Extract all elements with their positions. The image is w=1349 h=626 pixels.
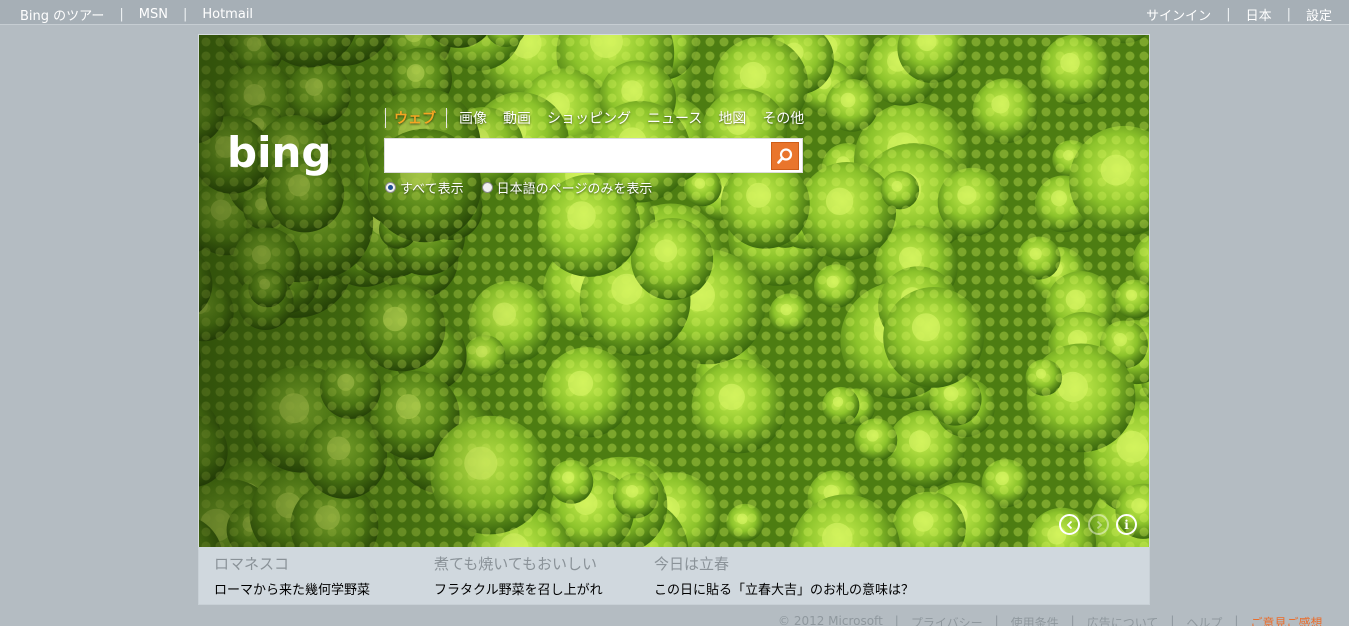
copyright: © 2012 Microsoft xyxy=(778,614,883,626)
bing-tour-link[interactable]: Bing のツアー xyxy=(20,5,104,24)
radio-label: すべて表示 xyxy=(400,182,464,197)
msn-link[interactable]: MSN xyxy=(139,7,168,22)
sign-in-link[interactable]: サインイン xyxy=(1146,5,1211,24)
hotspot-subtitle[interactable]: フラタクル野菜を召し上がれ xyxy=(434,579,603,598)
search-button[interactable] xyxy=(771,142,799,170)
hero-image: bing ウェブ 画像 動画 ショッピング ニュース 地図 その他 すべて表示 … xyxy=(198,34,1150,548)
hotspot-subtitle[interactable]: この日に貼る「立春大吉」のお札の意味は？ xyxy=(654,579,914,598)
tab-more[interactable]: その他 xyxy=(762,108,804,128)
radio-japanese-only[interactable]: 日本語のページのみを表示 xyxy=(481,178,653,197)
radio-dot-checked[interactable] xyxy=(385,182,396,193)
hotspot-title: 今日は立春 xyxy=(654,555,730,573)
hotspot-3[interactable]: 今日は立春 この日に貼る「立春大吉」のお札の意味は？ xyxy=(654,553,914,598)
radio-label: 日本語のページのみを表示 xyxy=(496,182,653,197)
tab-images[interactable]: 画像 xyxy=(459,108,487,128)
search-input[interactable] xyxy=(389,143,767,168)
hotspot-subtitle[interactable]: ローマから来た幾何学野菜 xyxy=(214,579,370,598)
search-vertical-nav: ウェブ 画像 動画 ショッピング ニュース 地図 その他 xyxy=(385,108,820,128)
tab-shopping[interactable]: ショッピング xyxy=(547,108,631,128)
top-bar: Bing のツアー | MSN | Hotmail サインイン | 日本 | 設… xyxy=(0,0,1349,25)
search-icon xyxy=(777,148,793,164)
separator: | xyxy=(1286,7,1291,22)
image-info-button[interactable]: i xyxy=(1116,514,1137,535)
hotspot-2[interactable]: 煮ても焼いてもおいしい フラタクル野菜を召し上がれ xyxy=(434,553,603,598)
separator: | xyxy=(182,7,188,22)
previous-image-button[interactable] xyxy=(1059,514,1080,535)
nav-divider xyxy=(446,108,447,128)
tab-maps[interactable]: 地図 xyxy=(718,108,746,128)
terms-link[interactable]: 使用条件 xyxy=(1011,614,1059,626)
tab-news[interactable]: ニュース xyxy=(647,108,702,128)
separator: | xyxy=(1170,614,1175,626)
hotspot-title: ロマネスコ xyxy=(214,555,290,573)
region-link[interactable]: 日本 xyxy=(1246,5,1272,24)
feedback-link[interactable]: ご意見ご感想 xyxy=(1250,614,1322,626)
hotspot-strip: ロマネスコ ローマから来た幾何学野菜 煮ても焼いてもおいしい フラタクル野菜を召… xyxy=(198,547,1150,605)
hotspot-1[interactable]: ロマネスコ ローマから来た幾何学野菜 xyxy=(214,553,370,598)
tab-videos[interactable]: 動画 xyxy=(503,108,531,128)
advertise-link[interactable]: 広告について xyxy=(1087,614,1159,626)
info-icon: i xyxy=(1124,517,1129,532)
language-filter: すべて表示 日本語のページのみを表示 xyxy=(385,178,670,197)
settings-link[interactable]: 設定 xyxy=(1306,5,1332,24)
tab-web[interactable]: ウェブ xyxy=(385,108,436,128)
radio-dot[interactable] xyxy=(481,182,493,193)
bing-logo-text: bing xyxy=(227,131,331,177)
help-link[interactable]: ヘルプ xyxy=(1186,614,1222,626)
separator: | xyxy=(894,614,899,626)
chevron-left-icon xyxy=(1066,520,1072,529)
next-image-button[interactable] xyxy=(1088,514,1109,535)
footer: © 2012 Microsoft | プライバシー | 使用条件 | 広告につい… xyxy=(778,614,1322,626)
separator: | xyxy=(1234,614,1239,626)
top-bar-left: Bing のツアー | MSN | Hotmail xyxy=(20,5,253,24)
chevron-right-icon xyxy=(1096,520,1102,529)
hotmail-link[interactable]: Hotmail xyxy=(202,7,253,22)
radio-show-all[interactable]: すべて表示 xyxy=(385,178,464,197)
separator: | xyxy=(119,7,124,22)
separator: | xyxy=(1070,614,1075,626)
search-box xyxy=(384,138,803,173)
separator: | xyxy=(994,614,999,626)
separator: | xyxy=(1226,7,1231,22)
bing-logo[interactable]: bing xyxy=(227,131,357,183)
hotspot-title: 煮ても焼いてもおいしい xyxy=(434,555,598,573)
privacy-link[interactable]: プライバシー xyxy=(911,614,983,626)
top-bar-right: サインイン | 日本 | 設定 xyxy=(1146,5,1332,24)
